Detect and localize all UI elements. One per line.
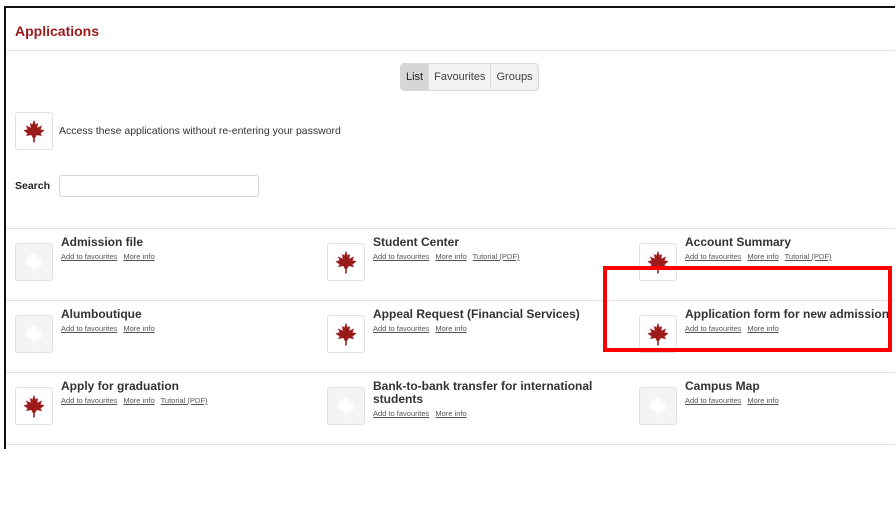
add-to-favourites-link[interactable]: Add to favourites — [373, 324, 429, 333]
app-item-apply-for-graduation[interactable]: Apply for graduation Add to favourites M… — [15, 380, 211, 425]
more-info-link[interactable]: More info — [123, 396, 154, 405]
app-item-student-center[interactable]: Student Center Add to favourites More in… — [327, 236, 523, 281]
app-name[interactable]: Appeal Request (Financial Services) — [373, 308, 580, 321]
panel-header: Applications — [6, 8, 895, 51]
app-item-admission-file[interactable]: Admission file Add to favourites More in… — [15, 236, 159, 281]
app-name[interactable]: Account Summary — [685, 236, 835, 249]
more-info-link[interactable]: More info — [435, 252, 466, 261]
more-info-link[interactable]: More info — [123, 252, 154, 261]
more-info-link[interactable]: More info — [747, 324, 778, 333]
app-name[interactable]: Application form for new admission — [685, 308, 889, 321]
add-to-favourites-link[interactable]: Add to favourites — [685, 324, 741, 333]
app-item-campus-map[interactable]: Campus Map Add to favourites More info — [639, 380, 783, 425]
maple-leaf-gray-icon — [327, 387, 365, 425]
add-to-favourites-link[interactable]: Add to favourites — [685, 396, 741, 405]
page-title: Applications — [15, 23, 100, 39]
add-to-favourites-link[interactable]: Add to favourites — [685, 252, 741, 261]
app-row-divider — [6, 444, 895, 517]
more-info-link[interactable]: More info — [435, 409, 466, 418]
app-name[interactable]: Apply for graduation — [61, 380, 211, 393]
more-info-link[interactable]: More info — [435, 324, 466, 333]
tutorial-link[interactable]: Tutorial (PDF) — [161, 396, 208, 405]
app-item-bank-to-bank-transfer[interactable]: Bank-to-bank transfer for international … — [327, 380, 603, 425]
sso-notice-text: Access these applications without re-ent… — [59, 125, 341, 137]
tutorial-link[interactable]: Tutorial (PDF) — [785, 252, 832, 261]
tab-groups[interactable]: Groups — [491, 64, 537, 90]
app-name[interactable]: Student Center — [373, 236, 523, 249]
maple-leaf-red-icon — [15, 387, 53, 425]
maple-leaf-red-icon — [639, 243, 677, 281]
maple-leaf-gray-icon — [15, 315, 53, 353]
add-to-favourites-link[interactable]: Add to favourites — [61, 396, 117, 405]
view-tabs: List Favourites Groups — [400, 63, 539, 91]
app-name[interactable]: Bank-to-bank transfer for international … — [373, 380, 603, 406]
add-to-favourites-link[interactable]: Add to favourites — [61, 324, 117, 333]
add-to-favourites-link[interactable]: Add to favourites — [61, 252, 117, 261]
more-info-link[interactable]: More info — [747, 252, 778, 261]
more-info-link[interactable]: More info — [747, 396, 778, 405]
tab-list[interactable]: List — [401, 64, 430, 90]
tab-favourites[interactable]: Favourites — [429, 64, 492, 90]
maple-leaf-red-icon — [327, 315, 365, 353]
add-to-favourites-link[interactable]: Add to favourites — [373, 252, 429, 261]
tutorial-link[interactable]: Tutorial (PDF) — [473, 252, 520, 261]
maple-leaf-gray-icon — [639, 387, 677, 425]
maple-leaf-gray-icon — [15, 243, 53, 281]
sso-notice: Access these applications without re-ent… — [15, 112, 341, 150]
app-name[interactable]: Campus Map — [685, 380, 783, 393]
app-item-appeal-request[interactable]: Appeal Request (Financial Services) Add … — [327, 308, 580, 353]
search-label: Search — [15, 180, 51, 192]
maple-leaf-red-icon — [639, 315, 677, 353]
applications-panel: Applications List Favourites Groups Acce… — [4, 6, 895, 449]
app-item-application-form-new-admission[interactable]: Application form for new admission Add t… — [639, 308, 889, 353]
search-bar: Search — [15, 175, 260, 197]
add-to-favourites-link[interactable]: Add to favourites — [373, 409, 429, 418]
maple-leaf-red-icon — [15, 112, 53, 150]
app-item-account-summary[interactable]: Account Summary Add to favourites More i… — [639, 236, 835, 281]
app-name[interactable]: Admission file — [61, 236, 159, 249]
app-item-alumboutique[interactable]: Alumboutique Add to favourites More info — [15, 308, 159, 353]
maple-leaf-red-icon — [327, 243, 365, 281]
app-name[interactable]: Alumboutique — [61, 308, 159, 321]
search-input[interactable] — [59, 175, 260, 197]
more-info-link[interactable]: More info — [123, 324, 154, 333]
